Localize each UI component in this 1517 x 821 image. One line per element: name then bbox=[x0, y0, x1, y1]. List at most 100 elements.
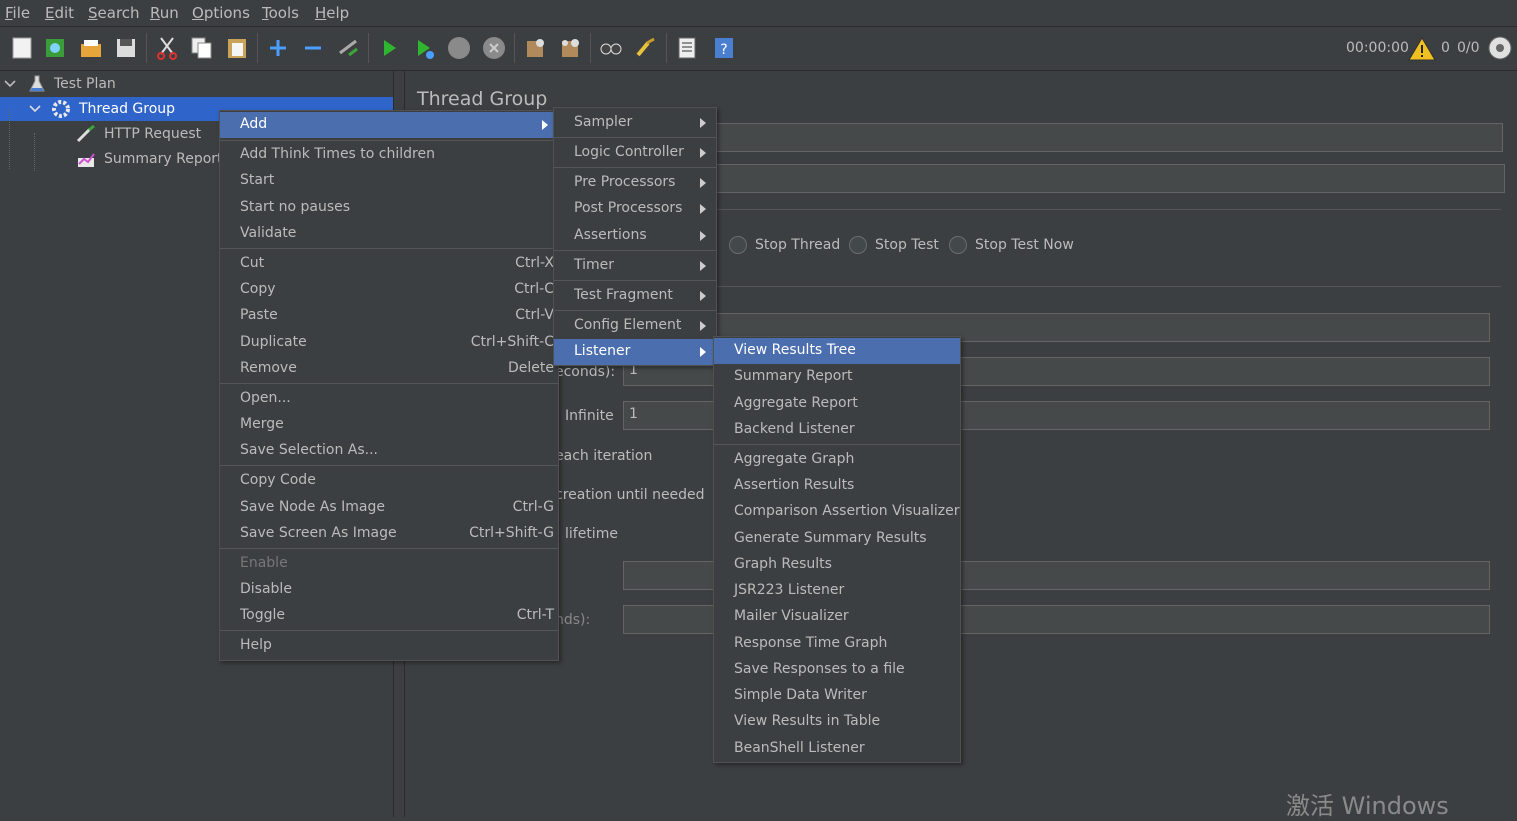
collapse-all-icon[interactable] bbox=[300, 35, 326, 61]
help-icon[interactable]: ? bbox=[711, 35, 737, 61]
menu-item-summary-report[interactable]: Summary Report bbox=[714, 364, 960, 390]
expand-all-icon[interactable] bbox=[265, 35, 291, 61]
menu-search[interactable]: Search bbox=[88, 4, 140, 22]
menu-item-open[interactable]: Open... bbox=[220, 386, 558, 412]
menu-item-graph-results[interactable]: Graph Results bbox=[714, 552, 960, 578]
open-icon[interactable] bbox=[78, 35, 104, 61]
search-icon[interactable] bbox=[598, 35, 624, 61]
context-menu: Add Add Think Times to children Start St… bbox=[219, 110, 559, 661]
menu-item-timer[interactable]: Timer bbox=[554, 253, 716, 279]
chevron-right-icon bbox=[700, 321, 706, 331]
menu-edit[interactable]: Edit bbox=[45, 4, 74, 22]
menu-item-help[interactable]: Help bbox=[220, 633, 558, 659]
menu-item-save-selection[interactable]: Save Selection As... bbox=[220, 438, 558, 464]
menu-item-start[interactable]: Start bbox=[220, 168, 558, 194]
clear-icon[interactable] bbox=[522, 35, 548, 61]
chevron-right-icon bbox=[542, 120, 548, 130]
menu-run[interactable]: Run bbox=[150, 4, 179, 22]
start-no-pauses-icon[interactable] bbox=[411, 35, 437, 61]
menu-item-toggle[interactable]: Toggle Ctrl-T bbox=[220, 603, 558, 629]
menu-item-copy-code[interactable]: Copy Code bbox=[220, 468, 558, 494]
menu-file[interactable]: File bbox=[5, 4, 30, 22]
copy-icon[interactable] bbox=[189, 35, 215, 61]
activation-watermark: 激活 Windows bbox=[1286, 792, 1449, 820]
lifetime-label: lifetime bbox=[565, 526, 618, 542]
menu-item-duplicate[interactable]: Duplicate Ctrl+Shift-C bbox=[220, 330, 558, 356]
function-helper-icon[interactable] bbox=[674, 35, 700, 61]
same-user-label: each iteration bbox=[555, 448, 653, 464]
stop-thread-radio[interactable] bbox=[729, 236, 747, 254]
menu-item-save-node-image[interactable]: Save Node As Image Ctrl-G bbox=[220, 495, 558, 521]
menu-item-save-screen-image[interactable]: Save Screen As Image Ctrl+Shift-G bbox=[220, 521, 558, 547]
save-icon[interactable] bbox=[113, 35, 139, 61]
menu-item-remove[interactable]: Remove Delete bbox=[220, 356, 558, 382]
chevron-down-icon[interactable] bbox=[29, 104, 41, 114]
cut-icon[interactable] bbox=[154, 35, 180, 61]
menu-item-listener[interactable]: Listener bbox=[554, 339, 716, 365]
add-submenu: Sampler Logic Controller Pre Processors … bbox=[553, 107, 717, 366]
stop-test-radio[interactable] bbox=[849, 236, 867, 254]
menu-item-cut[interactable]: Cut Ctrl-X bbox=[220, 251, 558, 277]
listener-submenu: View Results Tree Summary Report Aggrega… bbox=[713, 336, 961, 763]
menu-tools[interactable]: Tools bbox=[262, 4, 299, 22]
menu-item-comparison-assertion-visualizer[interactable]: Comparison Assertion Visualizer bbox=[714, 499, 960, 525]
menu-item-post-processors[interactable]: Post Processors bbox=[554, 196, 716, 222]
menu-item-disable[interactable]: Disable bbox=[220, 577, 558, 603]
chevron-right-icon bbox=[700, 231, 706, 241]
menu-item-aggregate-graph[interactable]: Aggregate Graph bbox=[714, 447, 960, 473]
chevron-down-icon[interactable] bbox=[4, 79, 16, 89]
menu-item-backend-listener[interactable]: Backend Listener bbox=[714, 417, 960, 443]
menu-item-jsr223-listener[interactable]: JSR223 Listener bbox=[714, 578, 960, 604]
tree-label: Thread Group bbox=[79, 101, 176, 117]
start-icon[interactable] bbox=[376, 35, 402, 61]
tree-item-test-plan[interactable]: Test Plan bbox=[0, 72, 393, 96]
menu-item-response-time-graph[interactable]: Response Time Graph bbox=[714, 631, 960, 657]
comments-field[interactable] bbox=[715, 164, 1505, 193]
clear-all-icon[interactable] bbox=[557, 35, 583, 61]
reset-search-icon[interactable] bbox=[633, 35, 659, 61]
toggle-icon[interactable] bbox=[335, 35, 361, 61]
new-file-icon[interactable] bbox=[9, 35, 35, 61]
menu-item-config-element[interactable]: Config Element bbox=[554, 313, 716, 339]
menu-item-start-no-pauses[interactable]: Start no pauses bbox=[220, 195, 558, 221]
menu-item-logic-controller[interactable]: Logic Controller bbox=[554, 140, 716, 166]
menu-item-beanshell-listener[interactable]: BeanShell Listener bbox=[714, 736, 960, 762]
warning-icon[interactable] bbox=[1408, 36, 1436, 62]
menu-item-save-responses[interactable]: Save Responses to a file bbox=[714, 657, 960, 683]
menu-item-pre-processors[interactable]: Pre Processors bbox=[554, 170, 716, 196]
menu-item-validate[interactable]: Validate bbox=[220, 221, 558, 247]
shutdown-icon[interactable] bbox=[481, 35, 507, 61]
menu-item-sampler[interactable]: Sampler bbox=[554, 110, 716, 136]
menu-item-simple-data-writer[interactable]: Simple Data Writer bbox=[714, 683, 960, 709]
menu-item-assertion-results[interactable]: Assertion Results bbox=[714, 473, 960, 499]
menu-item-copy[interactable]: Copy Ctrl-C bbox=[220, 277, 558, 303]
tree-label: HTTP Request bbox=[104, 126, 202, 142]
menu-item-add-think-times[interactable]: Add Think Times to children bbox=[220, 142, 558, 168]
chevron-right-icon bbox=[700, 291, 706, 301]
menu-item-view-results-table[interactable]: View Results in Table bbox=[714, 709, 960, 735]
menu-item-test-fragment[interactable]: Test Fragment bbox=[554, 283, 716, 309]
pipette-icon bbox=[76, 125, 95, 143]
error-count: 0 bbox=[1441, 40, 1450, 56]
menu-item-generate-summary-results[interactable]: Generate Summary Results bbox=[714, 526, 960, 552]
stop-icon[interactable] bbox=[446, 35, 472, 61]
menu-options[interactable]: Options bbox=[192, 4, 250, 22]
stop-test-now-radio[interactable] bbox=[949, 236, 967, 254]
menu-item-paste[interactable]: Paste Ctrl-V bbox=[220, 303, 558, 329]
menu-help[interactable]: Help bbox=[315, 4, 349, 22]
remote-status-icon bbox=[1488, 36, 1512, 60]
menu-item-mailer-visualizer[interactable]: Mailer Visualizer bbox=[714, 604, 960, 630]
paste-icon[interactable] bbox=[224, 35, 250, 61]
menu-item-assertions[interactable]: Assertions bbox=[554, 223, 716, 249]
thread-count: 0/0 bbox=[1457, 40, 1480, 56]
stop-thread-label: Stop Thread bbox=[755, 237, 841, 253]
menu-item-aggregate-report[interactable]: Aggregate Report bbox=[714, 391, 960, 417]
templates-icon[interactable] bbox=[42, 35, 68, 61]
delay-creation-label: creation until needed bbox=[555, 487, 705, 503]
chart-icon bbox=[78, 153, 95, 167]
menu-item-view-results-tree[interactable]: View Results Tree bbox=[714, 338, 960, 364]
name-field[interactable] bbox=[715, 123, 1503, 152]
stop-test-now-label: Stop Test Now bbox=[975, 237, 1074, 253]
menu-item-add[interactable]: Add bbox=[220, 112, 558, 138]
menu-item-merge[interactable]: Merge bbox=[220, 412, 558, 438]
